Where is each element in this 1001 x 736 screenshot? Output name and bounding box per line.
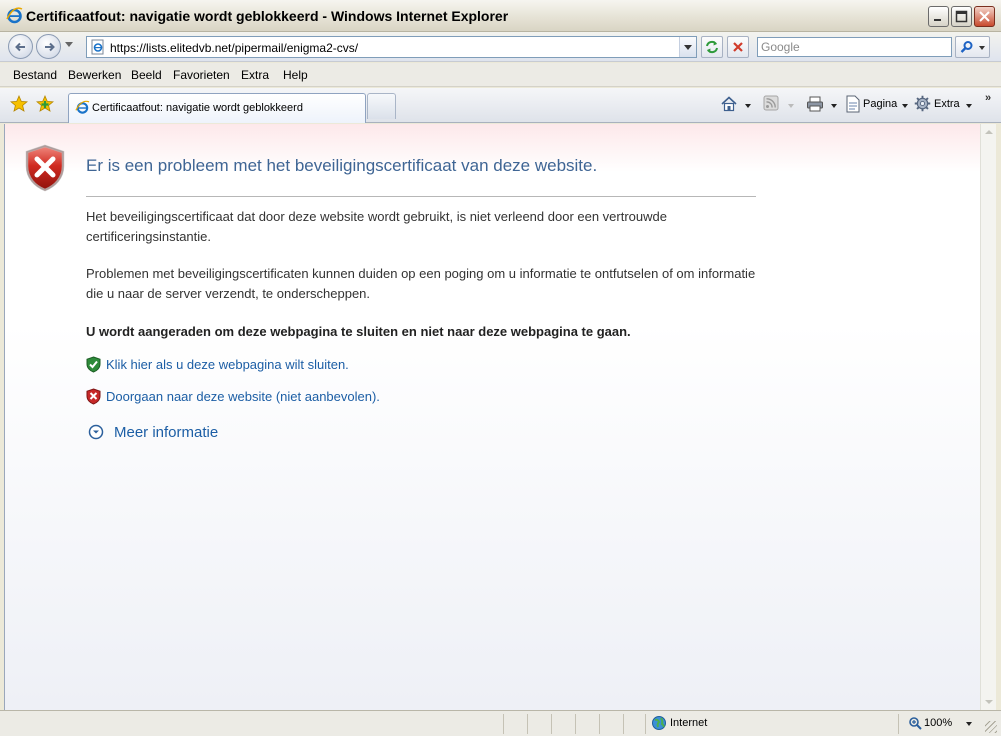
page-menu-arrow-icon[interactable] — [902, 104, 908, 108]
divider — [86, 196, 756, 197]
zoom-dropdown-icon[interactable] — [966, 722, 972, 726]
tools-menu-label[interactable]: Extra — [934, 98, 960, 110]
close-page-link[interactable]: Klik hier als u deze webpagina wilt slui… — [106, 357, 349, 372]
refresh-button[interactable] — [701, 36, 723, 58]
tab-active[interactable]: Certificaatfout: navigatie wordt geblokk… — [68, 93, 366, 123]
menu-help[interactable]: Help — [283, 68, 308, 82]
close-icon — [979, 11, 990, 22]
add-favorite-icon[interactable] — [36, 95, 54, 113]
status-segment — [551, 714, 552, 734]
scroll-down-icon[interactable] — [981, 694, 997, 710]
stop-button[interactable] — [727, 36, 749, 58]
status-bar: Internet 100% — [0, 710, 1001, 736]
more-commands-chevron-icon[interactable]: » — [985, 92, 991, 104]
back-button[interactable] — [8, 34, 33, 59]
maximize-icon — [955, 10, 968, 23]
error-shield-icon — [25, 144, 65, 192]
menu-bewerken[interactable]: Bewerken — [68, 68, 121, 82]
green-shield-check-icon — [86, 356, 101, 373]
status-segment — [898, 714, 899, 734]
menu-favorieten[interactable]: Favorieten — [173, 68, 230, 82]
favorites-star-icon[interactable] — [10, 95, 28, 113]
feeds-icon[interactable] — [763, 95, 779, 111]
new-tab-button[interactable] — [367, 93, 396, 119]
tab-ie-icon — [75, 100, 90, 114]
status-segment — [645, 714, 646, 734]
arrow-left-icon — [15, 42, 25, 52]
vertical-scrollbar[interactable] — [980, 124, 996, 710]
tab-command-bar: Certificaatfout: navigatie wordt geblokk… — [0, 88, 1001, 123]
risk-explanation: Problemen met beveiligingscertificaten k… — [86, 266, 756, 301]
print-dropdown-icon[interactable] — [831, 104, 837, 108]
address-toolbar: https://lists.elitedvb.net/pipermail/eni… — [0, 32, 1001, 62]
globe-icon — [652, 716, 666, 730]
tools-menu-arrow-icon[interactable] — [966, 104, 972, 108]
status-segment — [623, 714, 624, 734]
arrow-right-icon — [45, 42, 55, 52]
tab-label: Certificaatfout: navigatie wordt geblokk… — [92, 102, 303, 114]
red-shield-x-icon — [86, 388, 101, 405]
minimize-icon — [934, 19, 941, 21]
status-segment — [503, 714, 504, 734]
url-text[interactable]: https://lists.elitedvb.net/pipermail/eni… — [110, 41, 358, 55]
ie-logo-icon — [6, 7, 23, 24]
error-heading: Er is een probleem met het beveiligingsc… — [86, 156, 598, 175]
security-zone-label: Internet — [670, 717, 708, 729]
menu-extra[interactable]: Extra — [241, 68, 269, 82]
search-options-arrow-icon — [979, 46, 985, 50]
feeds-dropdown-icon — [788, 104, 794, 108]
page-menu-icon[interactable] — [845, 95, 861, 113]
menu-bestand[interactable]: Bestand — [13, 68, 57, 82]
menu-bar: Bestand Bewerken Beeld Favorieten Extra … — [0, 63, 1001, 87]
expand-chevron-circle-icon — [88, 424, 104, 440]
gear-icon[interactable] — [914, 95, 931, 112]
magnifier-icon — [960, 41, 973, 53]
refresh-icon — [706, 40, 718, 54]
page-ie-icon — [91, 39, 104, 55]
status-segment — [575, 714, 576, 734]
recommendation-text: U wordt aangeraden om deze webpagina te … — [86, 324, 631, 339]
status-segment — [527, 714, 528, 734]
search-button[interactable] — [955, 36, 990, 58]
print-icon[interactable] — [806, 95, 824, 113]
minimize-button[interactable] — [928, 6, 949, 27]
continue-link[interactable]: Doorgaan naar deze website (niet aanbevo… — [106, 389, 380, 404]
history-dropdown-icon[interactable] — [65, 42, 73, 47]
resize-grip-icon[interactable] — [985, 721, 997, 733]
home-icon[interactable] — [720, 95, 738, 113]
search-input[interactable] — [757, 37, 952, 57]
scroll-up-icon[interactable] — [981, 124, 997, 140]
maximize-button[interactable] — [951, 6, 972, 27]
close-window-button[interactable] — [974, 6, 995, 27]
more-info-toggle[interactable]: Meer informatie — [88, 423, 218, 444]
more-info-link[interactable]: Meer informatie — [114, 424, 218, 441]
stop-x-icon — [733, 42, 743, 52]
certificate-explanation: Het beveiligingscertificaat dat door dez… — [86, 209, 667, 244]
forward-button[interactable] — [36, 34, 61, 59]
page-menu-label[interactable]: Pagina — [863, 98, 897, 110]
zoom-level[interactable]: 100% — [924, 717, 952, 729]
address-field[interactable]: https://lists.elitedvb.net/pipermail/eni… — [86, 36, 697, 58]
window-frame — [996, 124, 1001, 736]
menu-beeld[interactable]: Beeld — [131, 68, 162, 82]
window-title: Certificaatfout: navigatie wordt geblokk… — [26, 8, 509, 24]
address-dropdown-button[interactable] — [679, 37, 696, 57]
title-bar: Certificaatfout: navigatie wordt geblokk… — [0, 0, 1001, 32]
home-dropdown-icon[interactable] — [745, 104, 751, 108]
zoom-magnifier-icon[interactable] — [908, 716, 922, 730]
status-segment — [599, 714, 600, 734]
